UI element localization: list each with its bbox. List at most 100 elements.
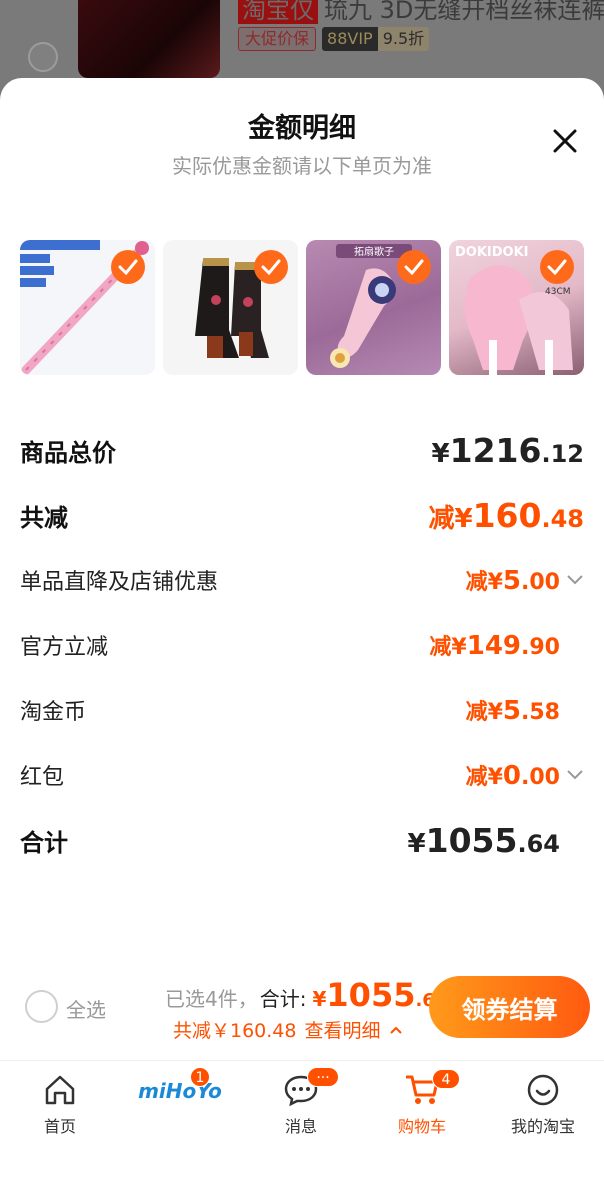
currency-symbol: ¥ [487, 570, 503, 595]
official-discount-value: 减 ¥149.90 [429, 629, 584, 661]
amount-decimal: .64 [517, 829, 560, 858]
sheet-subtitle: 实际优惠金额请以下单页为准 [172, 154, 432, 178]
promo-tag: 大促价保 [238, 27, 317, 51]
store-discount-label: 单品直降及店铺优惠 [20, 570, 219, 595]
amount-integer: 5 [502, 696, 522, 726]
cart-badge: 4 [432, 1069, 460, 1089]
currency-symbol: ¥ [431, 438, 450, 469]
red-packet-value: 减 ¥0.00 [466, 759, 584, 791]
official-discount-label: 官方立减 [20, 635, 109, 660]
amount-integer: 1055 [425, 820, 518, 860]
tab-my-taobao[interactable]: 我的淘宝 [483, 1065, 603, 1137]
grand-total-value: ¥1055.64 [408, 821, 584, 860]
amount-integer: 5 [502, 566, 522, 596]
taojinbi-row: 淘金币 减 ¥5.58 [20, 690, 584, 730]
taojinbi-label: 淘金币 [20, 700, 87, 725]
checked-icon[interactable] [397, 250, 431, 284]
background-title-prefix: 淘宝仅 [238, 0, 318, 24]
background-select-radio [28, 42, 58, 72]
grand-total-row: 合计 ¥1055.64 [20, 820, 584, 860]
red-packet-row[interactable]: 红包 减 ¥0.00 [20, 755, 584, 795]
close-icon[interactable] [548, 124, 582, 158]
mihoyo-logo: miHoYo [138, 1079, 222, 1103]
tab-home[interactable]: 首页 [0, 1065, 120, 1137]
product-thumbnails: 拓扇歌子 DOKIDOKI 43CM [20, 240, 584, 375]
reduction-prefix: 减 [428, 503, 455, 534]
selected-count: 已选4件， [165, 987, 258, 1011]
tab-cart[interactable]: 购物车 4 [362, 1065, 482, 1137]
grand-total-label: 合计 [20, 828, 68, 857]
total-reduction-row: 共减 减 ¥160.48 [20, 495, 584, 535]
background-product-image [78, 0, 220, 78]
view-details-label[interactable]: 查看明细 [304, 1016, 380, 1043]
sum-label: 合计: [259, 987, 307, 1011]
sheet-title: 金额明细 [248, 113, 356, 144]
amount-decimal: .00 [521, 765, 560, 790]
brand-label: DOKIDOKI [455, 245, 529, 260]
taojinbi-value: 减 ¥5.58 [466, 694, 584, 726]
tab-my-taobao-label: 我的淘宝 [510, 1117, 575, 1136]
amount-integer: 0 [502, 761, 522, 791]
background-tags: 大促价保 88VIP 9.5折 [238, 27, 430, 51]
pink-staff-product[interactable] [20, 240, 155, 375]
chevron-down-icon[interactable] [566, 574, 584, 586]
tab-mihoyo[interactable]: miHoYo 1 [120, 1065, 240, 1107]
currency-symbol: ¥ [407, 828, 426, 859]
total-reduction-value: 减 ¥160.48 [428, 496, 584, 535]
discount-tag: 9.5折 [377, 27, 430, 51]
currency-symbol: ¥ [451, 635, 467, 660]
checkout-bar: 全选 已选4件，合计:¥1055.64 共减￥160.48 查看明细 领券结算 [0, 970, 604, 1060]
official-discount-row: 官方立减 减 ¥149.90 [20, 625, 584, 665]
total-price-row: 商品总价 ¥1216.12 [20, 430, 584, 470]
tab-messages[interactable]: 消息 ··· [241, 1065, 361, 1137]
currency-symbol: ¥ [312, 987, 327, 1011]
amount-decimal: .58 [521, 700, 560, 725]
reduction-prefix: 减 [465, 765, 488, 790]
home-icon [45, 1075, 75, 1105]
store-discount-value: 减 ¥5.00 [466, 564, 584, 596]
chevron-down-icon[interactable] [566, 769, 584, 781]
background-title-text: 琉九 3D无缝开档丝袜连裤 [324, 0, 604, 24]
vip-tag: 88VIP [322, 27, 378, 51]
tab-home-label: 首页 [43, 1117, 76, 1136]
black-boots-product[interactable] [163, 240, 298, 375]
message-badge: ··· [307, 1067, 339, 1087]
chevron-up-icon[interactable] [389, 1025, 403, 1035]
amount-integer: 149 [466, 631, 522, 661]
amount-decimal: .90 [521, 635, 560, 660]
amount-integer: 160 [472, 495, 542, 535]
profile-icon [527, 1074, 559, 1106]
background-product-title: 淘宝仅 琉九 3D无缝开档丝袜连裤 [238, 0, 604, 25]
store-discount-row[interactable]: 单品直降及店铺优惠 减 ¥5.00 [20, 560, 584, 600]
checked-icon[interactable] [254, 250, 288, 284]
bottom-tab-bar: 首页 miHoYo 1 消息 ··· 购物车 4 我的淘宝 [0, 1060, 604, 1200]
currency-symbol: ¥ [487, 700, 503, 725]
wand-label: 拓扇歌子 [354, 245, 394, 258]
currency-symbol: ¥ [454, 503, 473, 534]
reduction-summary: 共减￥160.48 [173, 1020, 297, 1042]
checkout-total-line: 已选4件，合计:¥1055.64 [165, 976, 447, 1014]
checked-icon[interactable] [111, 250, 145, 284]
red-packet-label: 红包 [20, 765, 65, 790]
checkout-button[interactable]: 领券结算 [429, 976, 590, 1038]
select-all-label[interactable]: 全选 [66, 994, 106, 1023]
select-all-radio[interactable] [25, 990, 58, 1023]
reduction-prefix: 减 [465, 570, 488, 595]
reduction-prefix: 减 [429, 635, 452, 660]
total-price-label: 商品总价 [20, 438, 116, 467]
total-price-value: ¥1216.12 [432, 431, 584, 470]
reduction-prefix: 减 [465, 700, 488, 725]
amount-integer: 1216 [449, 430, 542, 470]
notification-badge: 1 [190, 1067, 210, 1087]
size-label: 43CM [545, 287, 571, 297]
amount-decimal: .12 [541, 439, 584, 468]
view-details-link[interactable]: 共减￥160.48 查看明细 [173, 1016, 447, 1043]
total-reduction-label: 共减 [20, 503, 68, 532]
amount-decimal: .00 [521, 570, 560, 595]
currency-symbol: ¥ [487, 765, 503, 790]
pink-wig-product[interactable]: DOKIDOKI 43CM [449, 240, 584, 375]
checkout-summary: 已选4件，合计:¥1055.64 共减￥160.48 查看明细 [165, 976, 447, 1043]
checked-icon[interactable] [540, 250, 574, 284]
amount-integer: 1055 [326, 976, 416, 1014]
pink-wand-product[interactable]: 拓扇歌子 [306, 240, 441, 375]
